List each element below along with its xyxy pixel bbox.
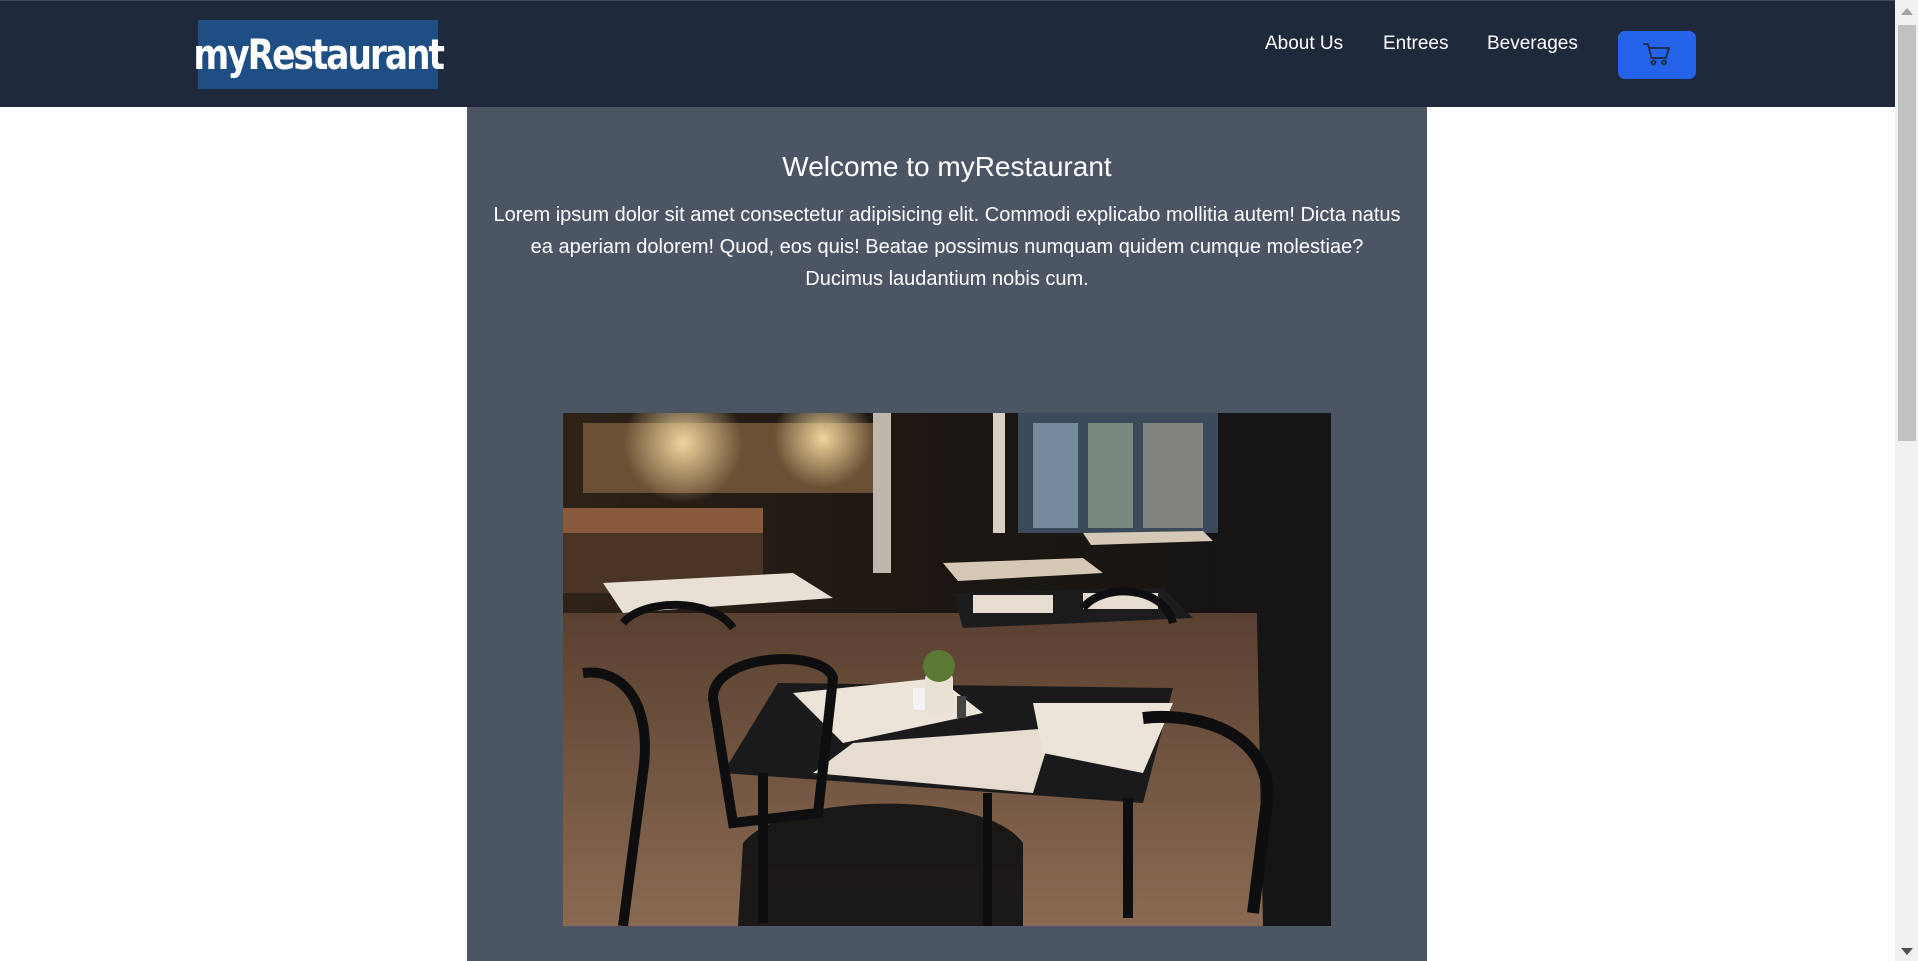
shopping-cart-icon <box>1642 41 1672 70</box>
scroll-up-arrow-icon[interactable] <box>1901 8 1913 15</box>
nav-link-entrees[interactable]: Entrees <box>1383 33 1448 55</box>
vertical-scrollbar[interactable] <box>1895 0 1918 961</box>
scroll-thumb[interactable] <box>1898 25 1916 441</box>
top-navbar: myRestaurant About Us Entrees Beverages <box>0 0 1895 107</box>
restaurant-interior-image <box>563 413 1331 926</box>
cart-button[interactable] <box>1618 31 1696 79</box>
nav-link-about-us[interactable]: About Us <box>1265 33 1343 55</box>
intro-paragraph: Lorem ipsum dolor sit amet consectetur a… <box>493 204 1401 290</box>
main-content-panel: Welcome to myRestaurant Lorem ipsum dolo… <box>467 107 1427 961</box>
logo-text: myRestaurant <box>193 30 445 79</box>
nav-link-beverages[interactable]: Beverages <box>1487 33 1578 55</box>
site-logo[interactable]: myRestaurant <box>193 20 445 89</box>
page-title: Welcome to myRestaurant <box>782 151 1112 182</box>
scroll-down-arrow-icon[interactable] <box>1901 948 1913 955</box>
